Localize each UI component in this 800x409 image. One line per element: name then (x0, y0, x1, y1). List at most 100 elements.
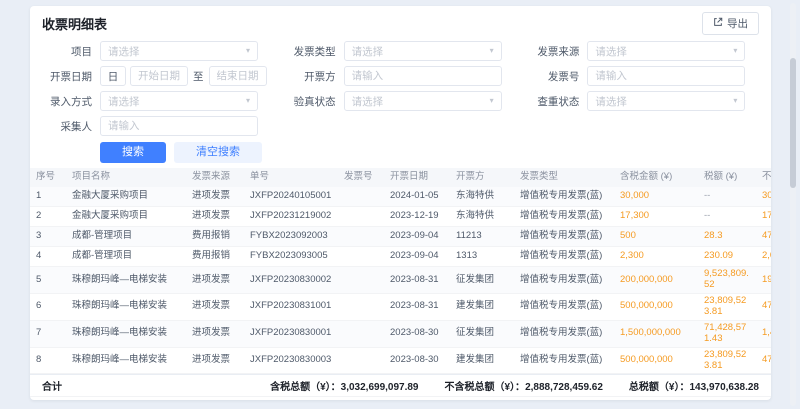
chevron-down-icon: ▾ (246, 47, 250, 55)
table-row: 1金融大厦采购项目进项发票JXFP202401050012024-01-05东海… (30, 187, 771, 207)
table-cell: 增值税专用发票(蓝) (514, 348, 614, 374)
invoice-type-select[interactable]: 请选择 ▾ (344, 41, 502, 61)
entry-method-select[interactable]: 请选择 ▾ (100, 91, 258, 111)
page-title: 收票明细表 (42, 14, 107, 33)
table-cell: 进项发票 (186, 348, 244, 374)
filter-field-collector: 采集人 (42, 116, 272, 136)
table-cell: 金融大厦采购项目 (66, 187, 186, 206)
total-item: 不含税总额（¥）：2,888,728,459.62 (445, 378, 603, 393)
duplicate-status-select[interactable]: 请选择 ▾ (587, 91, 745, 111)
table-cell: 建发集团 (450, 294, 514, 320)
table-cell: 5 (30, 267, 66, 293)
table-cell: 2023-08-30 (384, 321, 450, 347)
invoice-number-input[interactable] (587, 66, 745, 86)
table-cell: 征发集团 (450, 321, 514, 347)
table-cell: JXFP20240105001 (244, 187, 338, 206)
table-cell: 9,523,809.52 (698, 267, 756, 293)
table-cell: 费用报销 (186, 247, 244, 266)
end-date-input[interactable] (209, 66, 267, 86)
table-cell: 30,000 (756, 187, 771, 206)
column-header: 不含税金额 (¥) (756, 168, 771, 187)
table-cell: 进项发票 (186, 207, 244, 226)
clear-search-button[interactable]: 清空搜索 (174, 142, 262, 163)
table-row: 8珠穆朗玛峰—电梯安装进项发票JXFP202308300032023-08-30… (30, 348, 771, 375)
table-cell: 2023-09-04 (384, 227, 450, 246)
table-cell: 1313 (450, 247, 514, 266)
filter-field-project: 项目 请选择 ▾ (42, 41, 272, 61)
search-button[interactable]: 搜索 (100, 142, 166, 163)
table-cell: 11213 (450, 227, 514, 246)
chevron-down-icon: ▾ (733, 97, 737, 105)
invoice-source-select[interactable]: 请选择 ▾ (587, 41, 745, 61)
table-cell: 17,300 (614, 207, 698, 226)
field-label: 发票号 (529, 69, 579, 84)
column-header: 税额 (¥) (698, 168, 756, 187)
table-cell: 增值税专用发票(蓝) (514, 187, 614, 206)
column-header: 序号 (30, 168, 66, 187)
table-cell: 1,428,571,428.57 (756, 321, 771, 347)
table-cell: JXFP20230830001 (244, 321, 338, 347)
table-cell (338, 207, 384, 226)
table-cell (338, 348, 384, 374)
table-cell: FYBX2023092003 (244, 227, 338, 246)
filter-actions: 搜索 清空搜索 (42, 136, 759, 168)
scrollbar-thumb[interactable] (790, 58, 796, 188)
field-label: 开票方 (286, 69, 336, 84)
filter-panel: 项目 请选择 ▾ 发票类型 请选择 ▾ 发票来源 请选择 ▾ (30, 38, 771, 168)
select-placeholder: 请选择 (352, 94, 384, 109)
totals-label: 合计 (42, 378, 62, 393)
table-cell: 23,809,523.81 (698, 348, 756, 374)
table-cell: 成都-管理项目 (66, 247, 186, 266)
totals-items: 含税总额（¥）：3,032,699,097.89 不含税总额（¥）：2,888,7… (270, 378, 759, 393)
table-cell: 增值税专用发票(蓝) (514, 227, 614, 246)
table-cell: -- (698, 207, 756, 226)
chevron-down-icon: ▾ (490, 47, 494, 55)
field-label: 发票来源 (529, 44, 579, 59)
field-label: 查重状态 (529, 94, 579, 109)
invoice-table: 序号项目名称发票来源单号发票号开票日期开票方发票类型含税金额 (¥)税额 (¥)… (30, 168, 771, 374)
table-cell: 28.3 (698, 227, 756, 246)
chevron-down-icon: ▾ (490, 97, 494, 105)
export-button[interactable]: 导出 (702, 12, 759, 35)
table-cell: 500 (614, 227, 698, 246)
table-cell: -- (698, 187, 756, 206)
table-cell: 6 (30, 294, 66, 320)
total-item: 含税总额（¥）：3,032,699,097.89 (270, 378, 418, 393)
column-header: 发票来源 (186, 168, 244, 187)
table-row: 6珠穆朗玛峰—电梯安装进项发票JXFP202308310012023-08-31… (30, 294, 771, 321)
table-cell: 2023-09-04 (384, 247, 450, 266)
collector-input[interactable] (100, 116, 258, 136)
table-cell: JXFP20230831001 (244, 294, 338, 320)
project-select[interactable]: 请选择 ▾ (100, 41, 258, 61)
table-row: 7珠穆朗玛峰—电梯安装进项发票JXFP202308300012023-08-30… (30, 321, 771, 348)
issuer-input[interactable] (344, 66, 502, 86)
table-cell: 2023-08-31 (384, 267, 450, 293)
table-cell (338, 321, 384, 347)
chevron-down-icon: ▾ (733, 47, 737, 55)
table-cell: 增值税专用发票(蓝) (514, 247, 614, 266)
field-label: 采集人 (42, 119, 92, 134)
export-icon (713, 17, 723, 30)
vertical-scrollbar[interactable] (790, 3, 796, 406)
table-cell: 1 (30, 187, 66, 206)
field-label: 录入方式 (42, 94, 92, 109)
table-cell: 增值税专用发票(蓝) (514, 207, 614, 226)
table-cell (338, 294, 384, 320)
filter-field-invoice-date: 开票日期 日 至 (42, 66, 272, 86)
table-cell: 进项发票 (186, 187, 244, 206)
date-granularity-select[interactable]: 日 (100, 66, 126, 86)
table-cell: 2023-08-31 (384, 294, 450, 320)
table-cell: 2 (30, 207, 66, 226)
table-cell: FYBX2023093005 (244, 247, 338, 266)
table-header-row: 序号项目名称发票来源单号发票号开票日期开票方发票类型含税金额 (¥)税额 (¥)… (30, 168, 771, 187)
table-cell: 471.7 (756, 227, 771, 246)
field-label: 开票日期 (42, 69, 92, 84)
table-cell (338, 187, 384, 206)
table-cell: 190,476,190.48 (756, 267, 771, 293)
filter-grid: 项目 请选择 ▾ 发票类型 请选择 ▾ 发票来源 请选择 ▾ (42, 41, 759, 136)
filter-field-invoice-number: 发票号 (529, 66, 759, 86)
column-header: 含税金额 (¥) (614, 168, 698, 187)
table-cell: 476,190,476.19 (756, 348, 771, 374)
start-date-input[interactable] (130, 66, 188, 86)
verify-status-select[interactable]: 请选择 ▾ (344, 91, 502, 111)
